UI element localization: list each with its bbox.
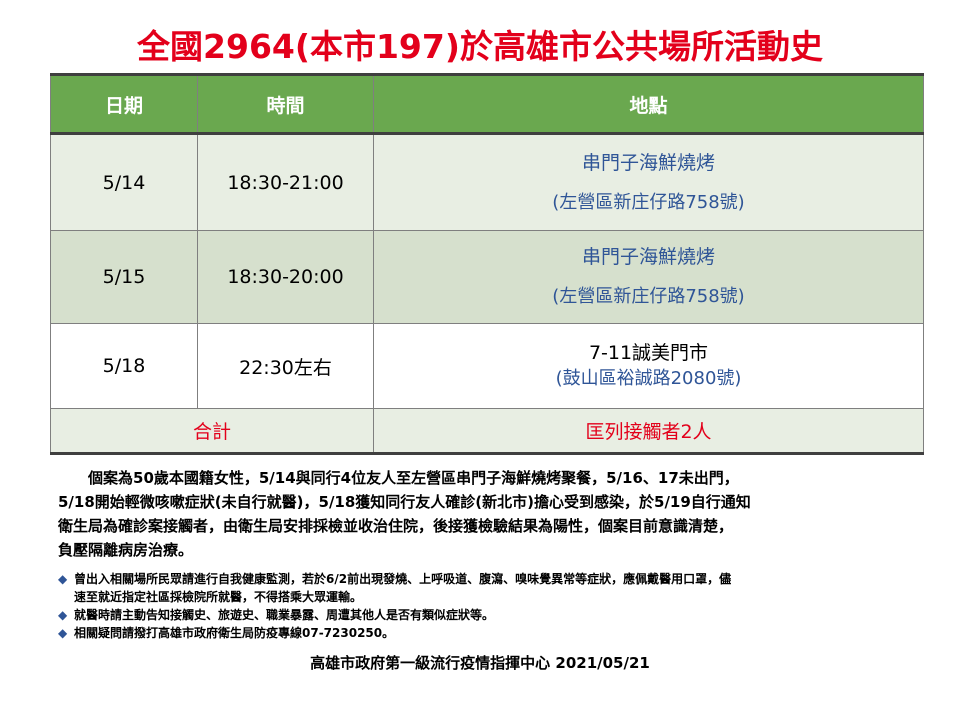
row-location: 串門子海鮮燒烤 (左營區新庄仔路758號) (373, 133, 924, 231)
notice-text: 相關疑問請撥打高雄市政府衛生局防疫專線07-7230250。 (74, 626, 395, 640)
row-location: 7-11誠美門市 (鼓山區裕誠路2080號) (373, 323, 924, 409)
location-address: (左營區新庄仔路758號) (552, 286, 745, 307)
location-address: (鼓山區裕誠路2080號) (555, 368, 742, 389)
description-line: 衛生局為確診案接觸者，由衛生局安排採檢並收治住院，後接獲檢驗結果為陽性，個案目前… (58, 517, 734, 535)
description-line: 個案為50歲本國籍女性，5/14與同行4位友人至左營區串門子海鮮燒烤聚餐，5/1… (58, 469, 739, 487)
location-name: 串門子海鮮燒烤 (581, 151, 715, 174)
table-row: 5/14 18:30-21:00 串門子海鮮燒烤 (左營區新庄仔路758號) (50, 133, 924, 231)
row-location: 串門子海鮮燒烤 (左營區新庄仔路758號) (373, 230, 924, 324)
header-place: 地點 (373, 73, 924, 135)
location-name: 串門子海鮮燒烤 (581, 246, 715, 268)
total-value: 匡列接觸者2人 (373, 408, 924, 455)
row-date: 5/15 (50, 230, 198, 324)
header-date: 日期 (50, 73, 198, 135)
location-name: 7-11誠美門市 (588, 342, 709, 364)
row-date: 5/18 (50, 323, 198, 409)
notice-item-continued: 速至就近指定社區採檢院所就醫，不得搭乘大眾運輸。 (58, 588, 918, 606)
row-time: 18:30-20:00 (197, 230, 374, 324)
row-time: 22:30左右 (197, 323, 374, 409)
footer-source: 高雄市政府第一級流行疫情指揮中心 2021/05/21 (310, 654, 650, 672)
notice-text: 曾出入相關場所民眾請進行自我健康監測，若於6/2前出現發燒、上呼吸道、腹瀉、嗅味… (74, 572, 732, 586)
diamond-bullet-icon: ◆ (58, 608, 68, 622)
page-title: 全國2964(本市197)於高雄市公共場所活動史 (137, 27, 823, 66)
table-total-row: 合計 匡列接觸者2人 (50, 408, 924, 455)
notice-item: ◆ 曾出入相關場所民眾請進行自我健康監測，若於6/2前出現發燒、上呼吸道、腹瀉、嗅… (58, 570, 918, 588)
description-line: 負壓隔離病房治療。 (58, 541, 194, 559)
description-line: 5/18開始輕微咳嗽症狀(未自行就醫)，5/18獲知同行友人確診(新北市)擔心受… (58, 493, 751, 511)
notice-item: ◆ 就醫時請主動告知接觸史、旅遊史、職業暴露、周遭其他人是否有類似症狀等。 (58, 606, 918, 624)
header-time: 時間 (197, 73, 374, 135)
location-address: (左營區新庄仔路758號) (552, 191, 745, 213)
diamond-bullet-icon: ◆ (58, 626, 68, 640)
case-description: 個案為50歲本國籍女性，5/14與同行4位友人至左營區串門子海鮮燒烤聚餐，5/1… (58, 466, 918, 562)
notice-text: 就醫時請主動告知接觸史、旅遊史、職業暴露、周遭其他人是否有類似症狀等。 (74, 608, 495, 622)
activity-table: 日期 時間 地點 5/14 18:30-21:00 串門子海鮮燒烤 (左營區新庄… (50, 73, 924, 455)
table-header-row: 日期 時間 地點 (50, 73, 924, 135)
notice-list: ◆ 曾出入相關場所民眾請進行自我健康監測，若於6/2前出現發燒、上呼吸道、腹瀉、嗅… (58, 570, 918, 642)
total-label: 合計 (50, 408, 374, 455)
row-date: 5/14 (50, 133, 198, 231)
notice-text: 速至就近指定社區採檢院所就醫，不得搭乘大眾運輸。 (74, 590, 363, 604)
table-row: 5/15 18:30-20:00 串門子海鮮燒烤 (左營區新庄仔路758號) (50, 230, 924, 324)
notice-item: ◆ 相關疑問請撥打高雄市政府衛生局防疫專線07-7230250。 (58, 624, 918, 642)
row-time: 18:30-21:00 (197, 133, 374, 231)
diamond-bullet-icon: ◆ (58, 572, 68, 586)
table-row: 5/18 22:30左右 7-11誠美門市 (鼓山區裕誠路2080號) (50, 323, 924, 409)
